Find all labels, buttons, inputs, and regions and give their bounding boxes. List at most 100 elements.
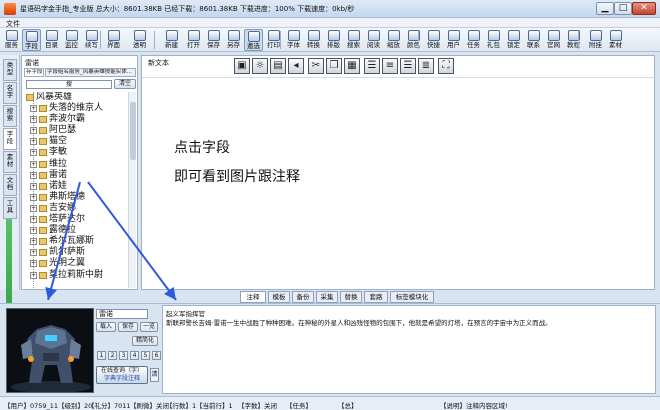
bottom-tab-1[interactable]: 模板 (268, 291, 290, 303)
justify-icon[interactable]: ≣ (418, 58, 434, 74)
tree-item[interactable]: + 光明之翼 (24, 258, 128, 269)
bottom-tab-0[interactable]: 注释 (240, 291, 266, 303)
simplify-button[interactable]: 精简化 (132, 336, 158, 346)
toolbar-layout-button[interactable]: 界面 (104, 29, 123, 51)
toolbar-task-button[interactable]: 任务 (464, 29, 483, 51)
tab-field-group[interactable]: 字段组名服务_风暴英雄技能实体... (45, 68, 136, 77)
toolbar-open-button[interactable]: 打开 (184, 29, 203, 51)
expand-icon[interactable]: + (30, 238, 37, 246)
toolbar-convert-button[interactable]: 转换 (304, 29, 323, 51)
toolbar-contact-button[interactable]: 联系 (524, 29, 543, 51)
expand-icon[interactable]: + (30, 138, 37, 146)
toolbar-color-button[interactable]: 颜色 (404, 29, 423, 51)
slot-5-button[interactable]: 5 (141, 351, 150, 360)
cut-icon[interactable]: ✂ (308, 58, 324, 74)
maximize-button[interactable]: □ (614, 2, 632, 15)
tree-item[interactable]: + 李敏 (24, 147, 128, 158)
clear-button[interactable]: 清 (150, 368, 159, 382)
toolbar-new-button[interactable]: 新建 (162, 29, 181, 51)
toolbar-gear-button[interactable]: 服务 (2, 29, 21, 51)
bottom-tab-5[interactable]: 套路 (364, 291, 388, 303)
tool-tab-3[interactable]: 字段 (3, 128, 17, 150)
save-icon[interactable]: ▣ (234, 58, 250, 74)
toolbar-lock-button[interactable]: 锁定 (504, 29, 523, 51)
tree-item[interactable]: + 维拉 (24, 159, 128, 170)
tool-tab-5[interactable]: 文档 (3, 174, 17, 196)
expand-icon[interactable]: + (30, 127, 37, 135)
minimize-button[interactable]: ▁ (596, 2, 614, 15)
toolbar-edit-button[interactable]: 续写 (82, 29, 101, 51)
tree-item[interactable]: +风暴英雄 (24, 92, 128, 103)
tree-item[interactable]: + 雷诺 (24, 170, 128, 181)
toolbar-gift-button[interactable]: 礼包 (484, 29, 503, 51)
field-search-input[interactable]: 搜 (26, 80, 112, 89)
hero-name-field[interactable]: 雷诺 (96, 309, 148, 319)
align-right-icon[interactable]: ☰ (400, 58, 416, 74)
expand-icon[interactable]: + (30, 149, 37, 157)
tool-tab-1[interactable]: 名字 (3, 82, 17, 104)
tree-item[interactable]: + 吉安娜 (24, 203, 128, 214)
toolbar-save-button[interactable]: 保存 (204, 29, 223, 51)
tool-tab-2[interactable]: 搜索 (3, 105, 17, 127)
bottom-tab-4[interactable]: 替换 (340, 291, 362, 303)
tree-item[interactable]: + 失落的维京人 (24, 103, 128, 114)
slot-2-button[interactable]: 2 (108, 351, 117, 360)
tab-field-store[interactable]: 存字段 (24, 68, 44, 77)
tree-item[interactable]: + 阿巴瑟 (24, 125, 128, 136)
toolbar-search-button[interactable]: 搜索 (344, 29, 363, 51)
align-left-icon[interactable]: ☰ (364, 58, 380, 74)
tree-scrollbar[interactable] (128, 92, 136, 288)
toolbar-text-button[interactable]: 邀选 (244, 29, 263, 51)
expand-icon[interactable]: + (30, 182, 37, 190)
toolbar-plugin-button[interactable]: 附挂 (586, 29, 605, 51)
document-icon[interactable]: ▤ (270, 58, 286, 74)
expand-icon[interactable]: + (30, 105, 37, 113)
toolbar-tutorial-button[interactable]: 教程 (564, 29, 583, 51)
fullscreen-icon[interactable]: ⛶ (438, 58, 454, 74)
expand-icon[interactable]: + (30, 160, 37, 168)
align-center-icon[interactable]: ≡ (382, 58, 398, 74)
tree-item[interactable]: + 凯尔萨斯 (24, 247, 128, 258)
expand-icon[interactable]: + (30, 204, 37, 212)
toolbar-catalog-button[interactable]: 目录 (42, 29, 61, 51)
toolbar-zoom-button[interactable]: 缩放 (384, 29, 403, 51)
toolbar-shortcut-button[interactable]: 快捷 (424, 29, 443, 51)
paste-icon[interactable]: ▦ (344, 58, 360, 74)
expand-icon[interactable]: + (30, 193, 37, 201)
bottom-tab-2[interactable]: 备份 (292, 291, 314, 303)
expand-icon[interactable]: + (30, 171, 37, 179)
expand-icon[interactable]: + (30, 271, 37, 279)
toolbar-user-button[interactable]: 用户 (444, 29, 463, 51)
toolbar-website-button[interactable]: 官网 (544, 29, 563, 51)
close-button[interactable]: ✕ (632, 2, 656, 15)
toolbar-read-button[interactable]: 阅读 (364, 29, 383, 51)
copy-icon[interactable]: ❐ (326, 58, 342, 74)
overview-button[interactable]: 一览 (140, 322, 158, 332)
toolbar-format-button[interactable]: 排版 (324, 29, 343, 51)
slot-4-button[interactable]: 4 (130, 351, 139, 360)
scrollbar-thumb[interactable] (130, 102, 136, 160)
toolbar-font-button[interactable]: 字体 (284, 29, 303, 51)
expand-icon[interactable]: + (30, 260, 37, 268)
toolbar-saveas-button[interactable]: 另存 (224, 29, 243, 51)
tree-item[interactable]: + 诺娃 (24, 181, 128, 192)
toolbar-transparency-button[interactable]: 透明 (130, 29, 149, 51)
bottom-tab-3[interactable]: 采集 (316, 291, 338, 303)
tree-item[interactable]: + 露德拉 (24, 225, 128, 236)
expand-icon[interactable]: + (30, 116, 37, 124)
toolbar-field-button[interactable]: 字段 (22, 29, 41, 51)
slot-3-button[interactable]: 3 (119, 351, 128, 360)
tree-item[interactable]: + 奔波尔霸 (24, 114, 128, 125)
tool-tab-0[interactable]: 类型 (3, 59, 17, 81)
slot-6-button[interactable]: 6 (152, 351, 161, 360)
save-button[interactable]: 保存 (118, 322, 138, 332)
tool-tab-6[interactable]: 工具 (3, 197, 17, 219)
back-icon[interactable]: ◂ (288, 58, 304, 74)
tree-item[interactable]: + 塔萨达尔 (24, 214, 128, 225)
load-button[interactable]: 载入 (96, 322, 116, 332)
slot-1-button[interactable]: 1 (97, 351, 106, 360)
tree-item[interactable]: + 希尔瓦娜斯 (24, 236, 128, 247)
expand-icon[interactable]: + (30, 216, 37, 224)
tree-item[interactable]: + 猫空 (24, 136, 128, 147)
toolbar-monitor-button[interactable]: 监控 (62, 29, 81, 51)
